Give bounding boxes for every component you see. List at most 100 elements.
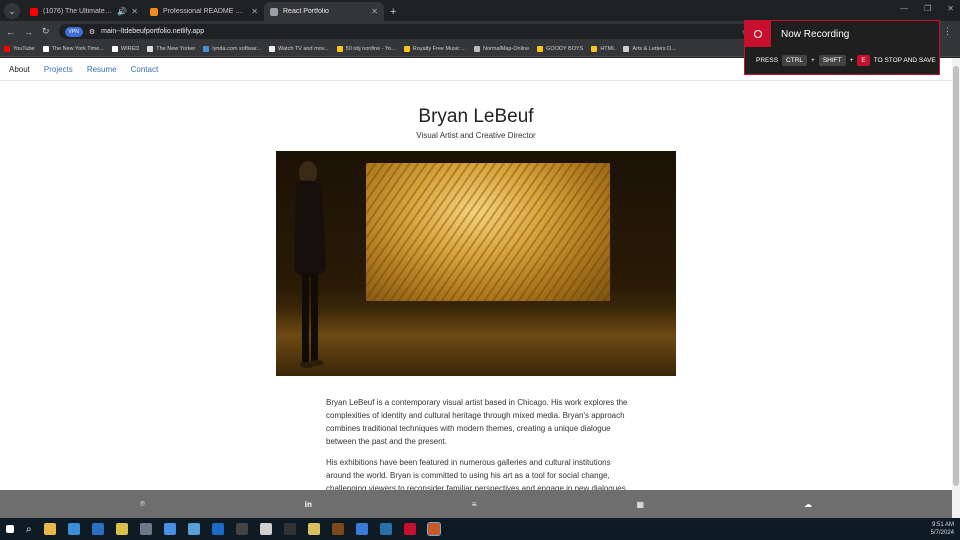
bookmark-favicon-icon — [336, 46, 343, 52]
url-text[interactable]: main--ltdebeufportfolio.netlify.app — [101, 28, 204, 35]
nav-about[interactable]: About — [9, 65, 30, 74]
app2-icon[interactable] — [355, 523, 368, 535]
close-window-icon[interactable]: ✕ — [947, 4, 954, 13]
bookmark-item[interactable]: lynda.com softwar... — [203, 46, 261, 52]
projected-artwork — [366, 163, 610, 301]
tab-youtube[interactable]: (1076) The Ultimate PlayS... 🔊 ✕ — [24, 2, 144, 21]
soundcloud-icon[interactable]: ☁ — [804, 500, 812, 509]
close-tab-icon[interactable]: ✕ — [371, 7, 378, 16]
page-scrollbar[interactable] — [952, 58, 960, 518]
obs-icon[interactable] — [331, 523, 344, 535]
github-icon[interactable]: ⌾ — [140, 499, 145, 509]
new-tab-button[interactable]: + — [390, 6, 396, 18]
viewer-silhouette — [294, 161, 326, 368]
edge-icon[interactable] — [163, 523, 176, 535]
bookmark-item[interactable]: The New Yorker — [147, 46, 195, 52]
forward-icon[interactable]: → — [24, 27, 33, 37]
bookmark-favicon-icon — [473, 46, 480, 52]
stop-shortcut-hint: PRESS CTRL + SHIFT + E TO STOP AND SAVE — [756, 55, 939, 66]
screen-recorder-icon[interactable] — [403, 523, 416, 535]
app-icon[interactable] — [187, 523, 200, 535]
bookmark-label: GOODY BOYS — [546, 46, 584, 52]
visual-studio-icon[interactable] — [91, 523, 104, 535]
recording-title: Now Recording — [781, 28, 850, 40]
bookmark-favicon-icon — [269, 46, 275, 52]
bookmark-item[interactable]: Watch TV and mov... — [269, 46, 329, 52]
nav-contact[interactable]: Contact — [131, 65, 159, 74]
bookmark-favicon-icon — [147, 46, 154, 52]
steam-icon[interactable] — [211, 523, 224, 535]
chrome-canary-icon[interactable] — [115, 523, 128, 535]
tab-title: React Portfolio — [283, 8, 329, 15]
xbox-icon[interactable] — [235, 523, 248, 535]
vscode-icon[interactable] — [67, 523, 80, 535]
bookmark-label: lynda.com softwar... — [212, 46, 261, 52]
calendar-icon[interactable]: ▦ — [636, 500, 644, 509]
bookmark-label: Royalty Free Music ... — [412, 46, 466, 52]
bookmark-item[interactable]: 50 obj nonfine - Yo... — [336, 46, 396, 52]
stop-save-label: TO STOP AND SAVE — [873, 57, 936, 64]
bookmark-item[interactable]: Arts & Letters D... — [623, 46, 676, 52]
browser-tab-strip: ⌄ (1076) The Ultimate PlayS... 🔊 ✕ Profe… — [0, 0, 960, 21]
bookmark-item[interactable]: HTML — [591, 46, 615, 52]
bookmark-favicon-icon — [537, 46, 544, 52]
tab-readme-guide[interactable]: Professional README Guide | T... ✕ — [144, 2, 264, 21]
nav-resume[interactable]: Resume — [87, 65, 117, 74]
press-label: PRESS — [756, 57, 779, 64]
page-subtitle: Visual Artist and Creative Director — [416, 131, 536, 140]
bookmark-item[interactable]: GOODY BOYS — [537, 46, 583, 52]
tab-title: Professional README Guide | T... — [163, 8, 247, 15]
nav-projects[interactable]: Projects — [44, 65, 73, 74]
stack-icon[interactable]: ≡ — [472, 500, 477, 509]
chrome-icon[interactable] — [259, 523, 272, 535]
tab-title: (1076) The Ultimate PlayS... — [43, 8, 113, 15]
bookmark-favicon-icon — [42, 46, 49, 52]
file-explorer-icon[interactable] — [43, 523, 56, 535]
tab-react-portfolio[interactable]: React Portfolio ✕ — [264, 2, 384, 21]
close-tab-icon[interactable]: ✕ — [251, 7, 258, 16]
bio-section: Bryan LeBeuf is a contemporary visual ar… — [326, 396, 628, 490]
os-taskbar: ⌕ 9:51 AM 5/7/2024 — [0, 518, 960, 540]
address-bar[interactable]: VPN ⚙ main--ltdebeufportfolio.netlify.ap… — [58, 24, 754, 39]
active-app-icon[interactable] — [426, 522, 441, 536]
system-clock[interactable]: 9:51 AM 5/7/2024 — [931, 521, 954, 537]
browser-menu-icon[interactable]: ⋮ — [943, 26, 952, 37]
scrollbar-thumb[interactable] — [953, 66, 959, 486]
gallery-photo — [276, 151, 676, 376]
reload-icon[interactable]: ↻ — [42, 26, 50, 37]
clock-time: 9:51 AM — [931, 522, 954, 528]
tab-search-icon[interactable]: ⌄ — [4, 3, 20, 19]
terminal-icon[interactable] — [283, 523, 296, 535]
git-icon[interactable] — [379, 523, 392, 535]
bookmark-label: Arts & Letters D... — [632, 46, 676, 52]
minimize-icon[interactable]: — — [900, 4, 908, 13]
settings-icon[interactable] — [139, 523, 152, 535]
search-icon[interactable]: ⌕ — [26, 524, 32, 535]
bookmark-label: The New Yorker — [156, 46, 196, 52]
bookmark-label: Watch TV and mov... — [278, 46, 329, 52]
restore-icon[interactable]: ❐ — [924, 4, 931, 13]
shift-key: SHIFT — [818, 55, 846, 66]
linkedin-icon[interactable]: in — [305, 500, 312, 509]
back-icon[interactable]: ← — [6, 27, 15, 37]
start-icon[interactable] — [6, 525, 14, 533]
globe-favicon-icon — [270, 7, 278, 16]
ctrl-key: CTRL — [782, 55, 808, 66]
e-key: E — [857, 55, 870, 66]
record-icon[interactable] — [745, 21, 771, 47]
bookmark-item[interactable]: NormalMap-Online — [473, 46, 529, 52]
bookmark-item[interactable]: The New York Time... — [42, 46, 104, 52]
window-controls: — ❐ ✕ — [900, 4, 954, 13]
sublime-icon[interactable] — [307, 523, 320, 535]
bookmark-favicon-icon — [203, 46, 210, 52]
bookmark-item[interactable]: WIRED — [111, 46, 139, 52]
page-title: Bryan LeBeuf — [418, 106, 534, 127]
bookmark-favicon-icon — [111, 46, 118, 52]
bookmark-item[interactable]: YouTube — [4, 46, 35, 52]
site-info-icon[interactable]: ⚙ — [89, 28, 95, 36]
bookmark-item[interactable]: Royalty Free Music ... — [403, 46, 466, 52]
mute-icon[interactable]: 🔊 — [117, 7, 127, 16]
close-tab-icon[interactable]: ✕ — [131, 7, 138, 16]
bookmark-label: 50 obj nonfine - Yo... — [345, 46, 396, 52]
vpn-badge[interactable]: VPN — [64, 26, 83, 37]
